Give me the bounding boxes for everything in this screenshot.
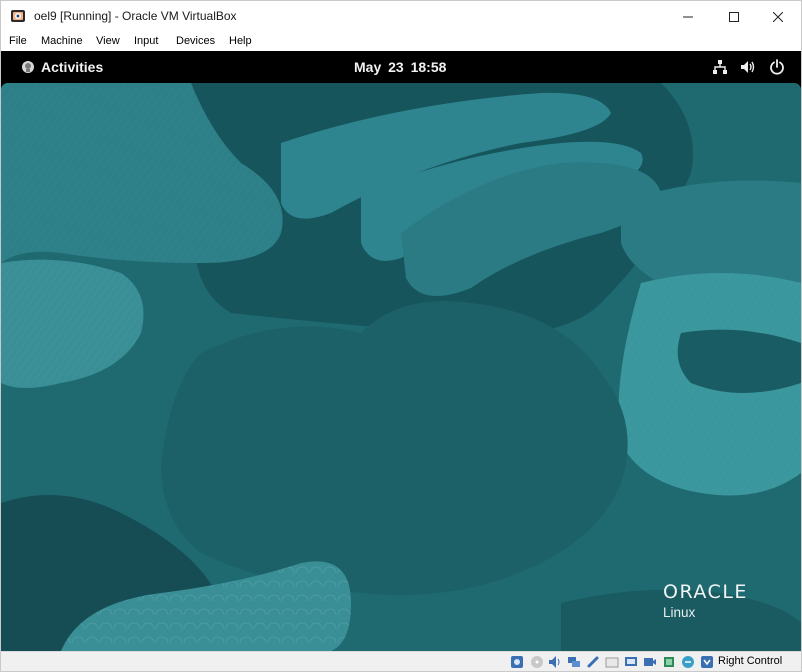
hard-disk-icon[interactable] xyxy=(510,655,524,669)
clock-time: 18:58 xyxy=(410,59,447,75)
network-wired-icon[interactable] xyxy=(712,59,728,75)
window-title: oel9 [Running] - Oracle VM VirtualBox xyxy=(34,9,237,23)
recording-icon[interactable] xyxy=(643,655,657,669)
mouse-integration-icon[interactable] xyxy=(681,655,695,669)
display-icon[interactable] xyxy=(624,655,638,669)
network-icon[interactable] xyxy=(567,655,581,669)
maximize-button[interactable] xyxy=(711,1,757,32)
gnome-top-bar: Activities May 23 18:58 xyxy=(1,51,801,83)
close-icon xyxy=(773,11,783,22)
oracle-linux-brand: ORACLE Linux xyxy=(663,581,748,620)
power-icon[interactable] xyxy=(769,59,785,75)
brand-name: ORACLE xyxy=(663,581,748,603)
cpu-icon[interactable] xyxy=(662,655,676,669)
menu-devices[interactable]: Devices xyxy=(176,35,215,47)
desktop-background[interactable]: ORACLE Linux xyxy=(1,83,801,651)
host-key-label[interactable]: Right Control xyxy=(718,655,782,667)
menu-machine[interactable]: Machine xyxy=(41,35,83,47)
close-button[interactable] xyxy=(755,1,801,32)
optical-drive-icon[interactable] xyxy=(530,655,544,669)
activities-icon[interactable] xyxy=(21,60,35,74)
shared-folders-icon[interactable] xyxy=(605,655,619,669)
audio-icon[interactable] xyxy=(548,655,562,669)
menu-help[interactable]: Help xyxy=(229,35,252,47)
status-bar: Right Control xyxy=(1,651,801,671)
keyboard-icon[interactable] xyxy=(700,655,714,669)
menu-input[interactable]: Input xyxy=(134,35,158,47)
vm-display[interactable]: Activities May 23 18:58 ORACLE Linux xyxy=(1,51,801,651)
activities-button[interactable]: Activities xyxy=(41,59,103,75)
virtualbox-window: oel9 [Running] - Oracle VM VirtualBox Fi… xyxy=(0,0,802,672)
menu-file[interactable]: File xyxy=(9,35,27,47)
brand-sub: Linux xyxy=(663,605,696,620)
title-bar[interactable]: oel9 [Running] - Oracle VM VirtualBox xyxy=(1,1,801,32)
usb-icon[interactable] xyxy=(586,655,600,669)
clock[interactable]: May 23 18:58 xyxy=(354,59,446,75)
minimize-button[interactable] xyxy=(665,1,711,32)
maximize-icon xyxy=(729,11,739,22)
minimize-icon xyxy=(683,16,693,17)
volume-icon[interactable] xyxy=(740,59,756,75)
menu-view[interactable]: View xyxy=(96,35,120,47)
clock-date: May 23 xyxy=(354,59,404,75)
virtualbox-app-icon[interactable] xyxy=(10,8,26,24)
wallpaper xyxy=(1,83,801,651)
menu-bar: File Machine View Input Devices Help xyxy=(1,32,801,51)
